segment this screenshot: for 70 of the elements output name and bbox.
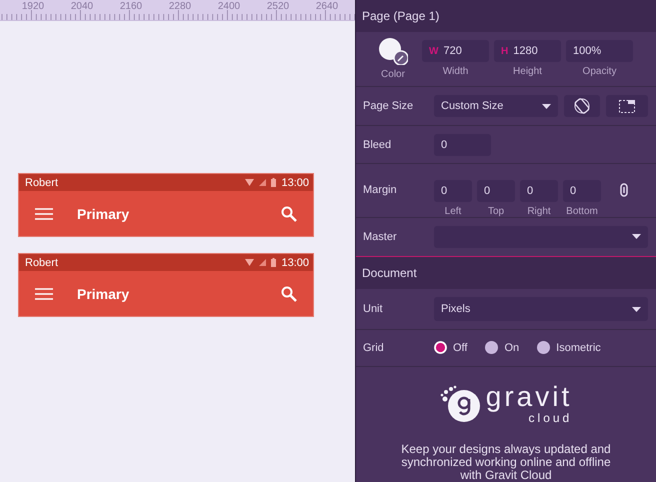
status-time: 13:00 bbox=[281, 176, 309, 188]
rotate-icon bbox=[574, 98, 590, 114]
number-field[interactable]: W 720 bbox=[422, 40, 489, 62]
radio-button[interactable] bbox=[537, 341, 550, 354]
logo-wordmark: gravit bbox=[486, 383, 572, 411]
radio-button[interactable] bbox=[434, 341, 447, 354]
field-caption: Bottom bbox=[566, 206, 598, 217]
logo-subtitle: cloud bbox=[528, 411, 572, 425]
caret-icon bbox=[542, 104, 551, 109]
radio-label: Off bbox=[453, 342, 468, 354]
ruler-label: 2400 bbox=[218, 1, 240, 12]
field-label: Page Size bbox=[363, 100, 414, 112]
field-label: Bleed bbox=[363, 138, 392, 150]
field-caption: Width bbox=[442, 66, 468, 78]
section-header: Page (Page 1) bbox=[356, 0, 656, 32]
caret-icon bbox=[632, 234, 641, 240]
field-caption: Left bbox=[444, 206, 462, 217]
field-label: Master bbox=[363, 230, 398, 243]
status-time: 13:00 bbox=[281, 256, 309, 268]
field-caption: Top bbox=[488, 206, 504, 217]
wifi-icon bbox=[245, 259, 254, 266]
color-swatch-icon[interactable] bbox=[378, 37, 408, 66]
section-header: Document bbox=[356, 256, 656, 290]
battery-icon bbox=[271, 258, 276, 267]
field-caption: Right bbox=[527, 206, 551, 217]
dropdown[interactable]: Custom Size bbox=[434, 95, 558, 118]
search-icon bbox=[281, 286, 297, 302]
status-name: Robert bbox=[25, 256, 60, 268]
menu-icon bbox=[35, 208, 53, 220]
number-field[interactable]: 0 bbox=[563, 180, 601, 202]
number-field[interactable]: 0 bbox=[477, 180, 515, 202]
number-field[interactable]: H 1280 bbox=[494, 40, 561, 62]
radio-label: On bbox=[504, 342, 520, 354]
app-bar-title: Primary bbox=[77, 206, 130, 222]
promo-text: Keep your designs always updated and synchronized working online and offline with Gravit Cloud bbox=[400, 443, 612, 482]
number-field[interactable]: 0 bbox=[520, 180, 558, 202]
field-caption: Color bbox=[381, 69, 405, 80]
number-field[interactable]: 0 bbox=[434, 134, 491, 156]
ruler-label: 2640 bbox=[316, 1, 338, 12]
field-prefix: H bbox=[501, 46, 508, 57]
link-icon[interactable] bbox=[620, 183, 628, 198]
menu-icon bbox=[35, 288, 53, 300]
field-label: Grid bbox=[363, 342, 385, 354]
number-field[interactable]: 100% bbox=[566, 40, 633, 62]
ruler-label: 2040 bbox=[70, 1, 94, 12]
rotate-button[interactable] bbox=[564, 95, 600, 118]
status-name: Robert bbox=[25, 176, 60, 188]
ruler-label: 2160 bbox=[120, 1, 142, 12]
field-prefix: W bbox=[429, 46, 438, 57]
number-field[interactable]: 0 bbox=[434, 180, 472, 202]
signal-icon bbox=[259, 179, 266, 186]
dropdown[interactable]: Pixels bbox=[434, 297, 648, 322]
field-caption: Opacity bbox=[582, 66, 616, 78]
ruler-label: 2520 bbox=[266, 1, 290, 12]
field-label: Margin bbox=[363, 184, 398, 196]
field-label: Unit bbox=[363, 303, 384, 316]
frame-icon bbox=[619, 100, 635, 113]
ruler-label: 1920 bbox=[22, 1, 44, 12]
logo-icon bbox=[440, 385, 482, 423]
ruler-label: 2280 bbox=[168, 1, 192, 12]
search-icon bbox=[281, 206, 297, 222]
radio-button[interactable] bbox=[485, 341, 498, 354]
wifi-icon bbox=[245, 179, 254, 186]
field-caption: Height bbox=[513, 66, 542, 78]
app-bar-title: Primary bbox=[77, 286, 130, 302]
caret-icon bbox=[632, 306, 641, 312]
signal-icon bbox=[259, 259, 266, 266]
radio-label: Isometric bbox=[556, 342, 601, 354]
fit-button[interactable] bbox=[606, 95, 648, 118]
battery-icon bbox=[271, 178, 276, 187]
